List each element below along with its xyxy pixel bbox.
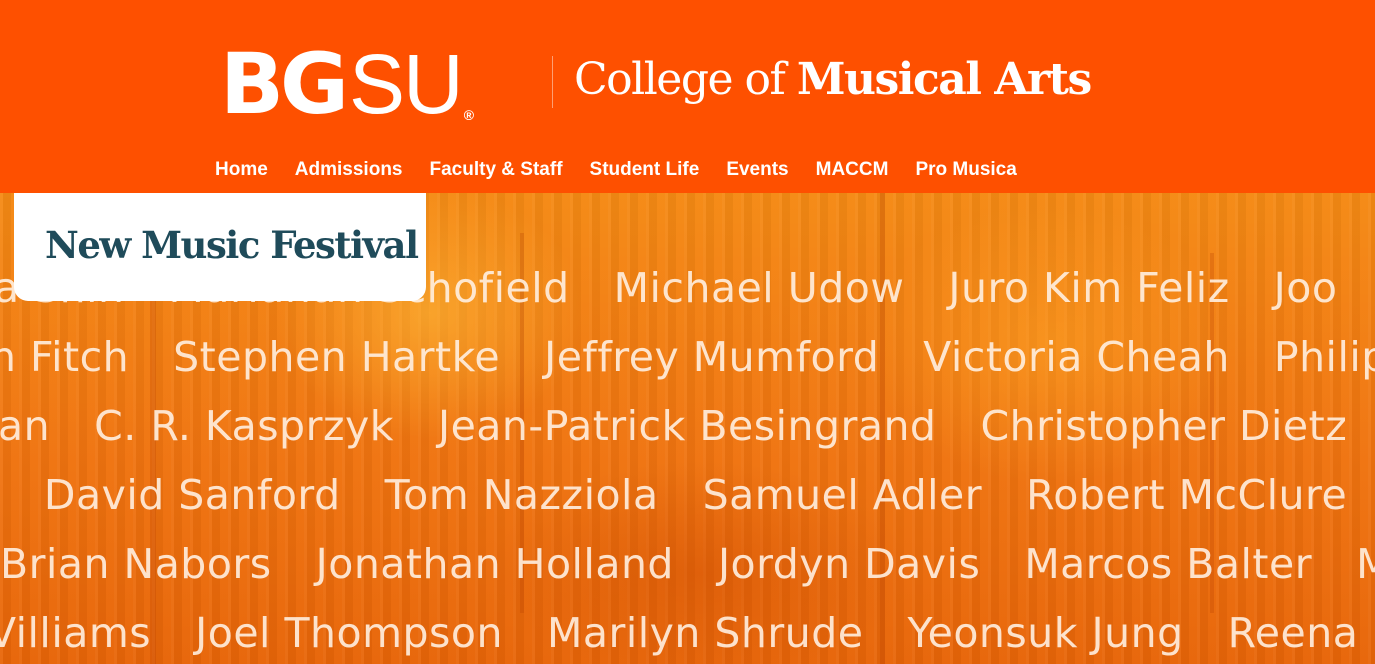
composer-name: Joo xyxy=(1273,264,1338,312)
composer-name: Yeonsuk Jung xyxy=(907,609,1184,657)
composer-name: Villiams xyxy=(0,609,152,657)
nav-maccm[interactable]: MACCM xyxy=(816,158,889,182)
main-nav: Home Admissions Faculty & Staff Student … xyxy=(215,158,1044,182)
composer-names-row: Brian Nabors Jonathan Holland Jordyn Davis… xyxy=(0,544,1375,585)
logo-su-text: SU xyxy=(348,37,464,131)
registered-mark: ® xyxy=(463,107,475,123)
site-header: BG SU ® College of Musical Arts Home Adm… xyxy=(0,0,1375,193)
college-prefix: College of xyxy=(574,54,786,105)
composer-name: Marilyn Shrude xyxy=(546,609,864,657)
festival-title: New Music Festival xyxy=(45,223,419,267)
composer-name: Jeffrey Mumford xyxy=(544,333,880,381)
composer-name: Juro Kim Feliz xyxy=(948,264,1230,312)
composer-name: n Fitch xyxy=(0,333,130,381)
nav-admissions[interactable]: Admissions xyxy=(295,158,403,182)
composer-name: Victoria Cheah xyxy=(923,333,1230,381)
college-title[interactable]: College of Musical Arts xyxy=(574,54,1092,107)
composer-names-row: an C. R. Kasprzyk Jean-Patrick Besingrand C… xyxy=(0,406,1375,447)
composer-name: Joel Thompson xyxy=(195,609,503,657)
college-name: Musical Arts xyxy=(796,54,1092,105)
nav-events[interactable]: Events xyxy=(726,158,788,182)
composer-name: Jordyn Davis xyxy=(717,540,981,588)
nav-pro-musica[interactable]: Pro Musica xyxy=(915,158,1016,182)
composer-name: C. R. Kasprzyk xyxy=(94,402,394,450)
composer-name: M xyxy=(1356,540,1375,588)
composer-name: Robert McClure xyxy=(1026,471,1348,519)
nav-faculty-staff[interactable]: Faculty & Staff xyxy=(430,158,563,182)
composer-name: Samuel Adler xyxy=(702,471,983,519)
logo-bg-text: BG xyxy=(220,35,349,133)
nav-home[interactable]: Home xyxy=(215,158,268,182)
composer-name: Michael Udow xyxy=(613,264,905,312)
composer-names-row: Villiams Joel Thompson Marilyn Shrude Yeons… xyxy=(0,613,1375,654)
composer-names-row: n Fitch Stephen Hartke Jeffrey Mumford Vict… xyxy=(0,337,1375,378)
logo-divider xyxy=(552,56,553,108)
composer-name: Jean-Patrick Besingrand xyxy=(437,402,937,450)
bgsu-logo[interactable]: BG SU ® xyxy=(220,36,474,126)
nav-student-life[interactable]: Student Life xyxy=(590,158,700,182)
composer-name: Tom Nazziola xyxy=(384,471,659,519)
composer-name: Philip xyxy=(1273,333,1375,381)
composer-name: Christopher Dietz xyxy=(980,402,1348,450)
composer-name: an xyxy=(0,402,51,450)
composer-names-row: sDavid SanfordTom NazziolaSamuel AdlerRo… xyxy=(0,475,1375,516)
composer-name: Brian Nabors xyxy=(0,540,272,588)
composer-name: David Sanford xyxy=(43,471,341,519)
festival-badge[interactable]: New Music Festival xyxy=(14,193,426,301)
composer-name: Jonathan Holland xyxy=(315,540,674,588)
composer-name: Reena Es xyxy=(1227,609,1375,657)
composer-name: Stephen Hartke xyxy=(173,333,501,381)
composer-name: Marcos Balter xyxy=(1024,540,1313,588)
